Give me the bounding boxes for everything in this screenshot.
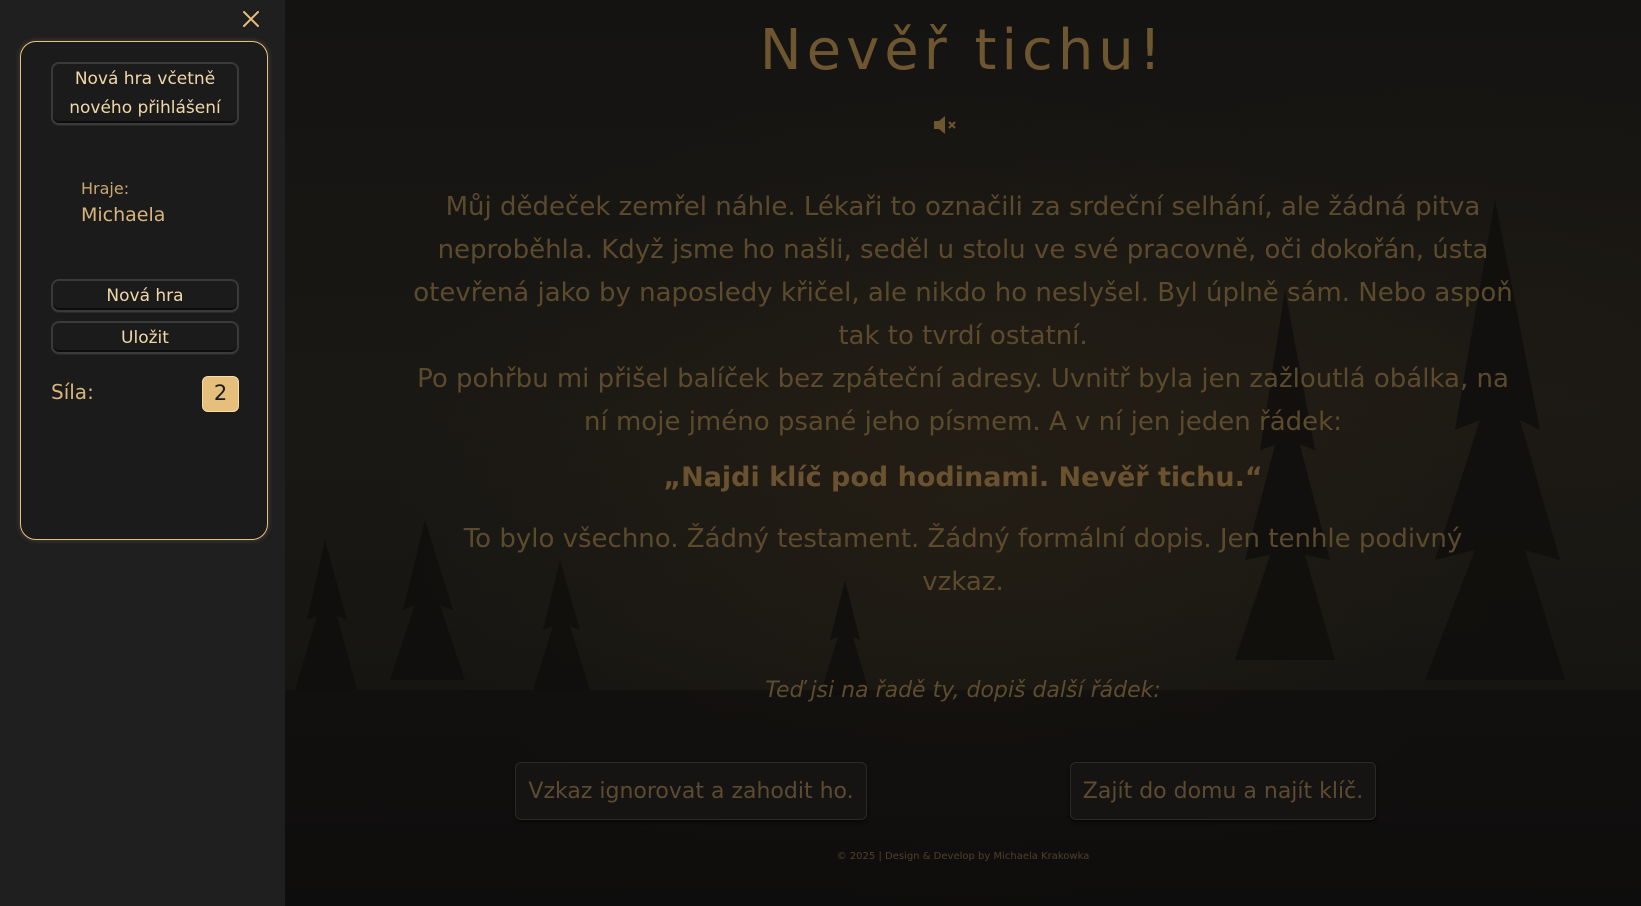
new-game-button[interactable]: Nová hra: [51, 279, 239, 312]
strength-value-badge: 2: [202, 376, 239, 412]
new-game-login-line2: nového přihlášení: [69, 98, 221, 118]
choice-find-key-button[interactable]: Zajít do domu a najít klíč.: [1070, 762, 1376, 820]
strength-label: Síla:: [51, 380, 94, 404]
save-button[interactable]: Uložit: [51, 321, 239, 354]
story-paragraph-2: Po pohřbu mi přišel balíček bez zpáteční…: [417, 364, 1509, 437]
story-text: Můj dědeček zemřel náhle. Lékaři to ozna…: [403, 186, 1523, 444]
new-game-with-login-button[interactable]: Nová hra včetně nového přihlášení: [51, 62, 239, 125]
player-panel: Nová hra včetně nového přihlášení Hraje:…: [20, 41, 268, 540]
footer-credits: © 2025 | Design & Develop by Michaela Kr…: [836, 851, 1090, 862]
player-name: Michaela: [81, 204, 166, 226]
story-paragraph-3: To bylo všechno. Žádný testament. Žádný …: [463, 524, 1463, 597]
speaker-muted-icon[interactable]: [931, 113, 959, 137]
story-area: Nevěř tichu! Můj dědeček zemřel náhle. L…: [285, 0, 1641, 906]
sidebar: Nová hra včetně nového přihlášení Hraje:…: [0, 0, 285, 906]
story-paragraph-1: Můj dědeček zemřel náhle. Lékaři to ozna…: [413, 192, 1513, 351]
choice-prompt: Teď jsi na řadě ty, dopiš další řádek:: [765, 678, 1161, 703]
player-label: Hraje:: [81, 179, 130, 198]
close-icon[interactable]: [238, 6, 264, 32]
new-game-login-line1: Nová hra včetně: [74, 69, 216, 89]
message-quote: „Najdi klíč pod hodinami. Nevěř tichu.“: [663, 462, 1263, 493]
forest-background: [285, 200, 1641, 906]
page-title: Nevěř tichu!: [759, 18, 1167, 83]
game-app: Nová hra včetně nového přihlášení Hraje:…: [0, 0, 1641, 906]
choice-ignore-button[interactable]: Vzkaz ignorovat a zahodit ho.: [515, 762, 867, 820]
